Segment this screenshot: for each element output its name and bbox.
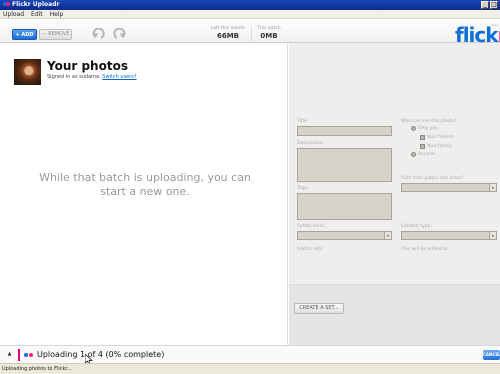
chevron-down-icon: ▾ <box>384 232 391 239</box>
menu-edit[interactable]: Edit <box>31 10 43 18</box>
create-set-button[interactable]: CREATE A SET... <box>294 303 344 314</box>
cancel-button[interactable]: CANCEL <box>483 350 500 360</box>
remove-button[interactable]: — REMOVE <box>39 29 72 40</box>
sets-divider <box>289 284 500 285</box>
progress-text: Uploading 1 of 4 (0% complete) <box>37 350 165 359</box>
menu-upload[interactable]: Upload <box>3 10 24 18</box>
switch-users-link[interactable]: Switch users? <box>102 74 136 80</box>
check-your-family[interactable] <box>420 144 425 149</box>
batch-message: While that batch is uploading, you can s… <box>39 171 251 198</box>
left-this-month-value: 66MB <box>216 32 240 40</box>
window-titlebar: Flickr Uploadr _ □ <box>0 0 500 10</box>
upload-progress-bar: ▲ Uploading 1 of 4 (0% complete) CANCEL <box>0 345 500 363</box>
safety-label: Safety level: <box>297 224 326 229</box>
details-pane: Title: Description: Tags: Safety level: … <box>289 43 500 345</box>
window-title: Flickr Uploadr <box>12 1 60 8</box>
rotate-left-icon[interactable] <box>92 28 105 40</box>
app-icon <box>3 2 10 6</box>
signed-in-label: Signed in as sudama. <box>47 74 101 80</box>
signed-in-text: Signed in as sudama. Switch users? <box>47 74 137 80</box>
rotate-right-icon[interactable] <box>113 28 126 40</box>
minimize-button[interactable]: _ <box>481 1 489 9</box>
progress-divider <box>18 349 20 361</box>
chevron-down-icon: ▾ <box>489 232 496 239</box>
toolbar: + ADD — REMOVE Left this month 66MB This… <box>0 19 500 46</box>
check-your-friends[interactable] <box>420 135 425 140</box>
left-this-month: Left this month 66MB <box>205 26 251 40</box>
title-input[interactable] <box>297 126 392 136</box>
window-controls: _ □ <box>481 1 498 9</box>
chevron-down-icon: ▾ <box>489 184 496 191</box>
batch-pane: Your photos Signed in as sudama. Switch … <box>0 43 288 345</box>
description-label: Description: <box>297 141 325 146</box>
option-your-friends: Your friends <box>427 135 454 140</box>
content-type-select[interactable]: ▾ <box>401 231 497 240</box>
stat-divider <box>251 26 252 41</box>
expand-arrow-icon[interactable]: ▲ <box>5 350 14 359</box>
option-your-family: Your family <box>427 144 452 149</box>
tags-label: Tags: <box>297 186 309 191</box>
tags-input[interactable] <box>297 193 392 220</box>
option-anyone: Anyone <box>418 152 435 157</box>
add-to-sets-label: Add to sets: <box>297 247 324 252</box>
this-batch: This batch 0MB <box>254 26 284 40</box>
description-input[interactable] <box>297 148 392 182</box>
avatar <box>14 59 41 85</box>
statusbar: Uploading photos to Flickr... <box>0 363 500 374</box>
privacy-label: Who can see this photo? <box>401 119 457 124</box>
this-batch-value: 0MB <box>260 32 278 40</box>
flickr-dot-pink-icon <box>29 353 33 357</box>
sets-area: CREATE A SET... <box>289 284 500 345</box>
beta-label: beta <box>491 23 498 27</box>
this-batch-label: This batch <box>257 26 281 31</box>
title-label: Title: <box>297 119 309 124</box>
radio-only-you[interactable] <box>411 126 416 131</box>
left-this-month-label: Left this month <box>210 26 246 31</box>
content-type-label: Content type: <box>401 224 432 229</box>
safety-select[interactable]: ▾ <box>297 231 392 240</box>
menu-help[interactable]: Help <box>50 10 64 18</box>
hide-label: Hide from public site areas? <box>401 176 464 181</box>
status-text: Uploading photos to Flickr... <box>2 366 72 372</box>
option-only-you: Only you <box>418 126 439 131</box>
page-title: Your photos <box>47 59 128 73</box>
hide-select[interactable]: ▾ <box>401 183 497 192</box>
added-to-label: This will be added to: <box>401 247 450 252</box>
radio-anyone[interactable] <box>411 152 416 157</box>
flickr-dot-blue-icon <box>24 353 28 357</box>
menubar: Upload Edit Help <box>0 10 500 19</box>
maximize-button[interactable]: □ <box>490 1 498 9</box>
add-button[interactable]: + ADD <box>12 29 37 40</box>
